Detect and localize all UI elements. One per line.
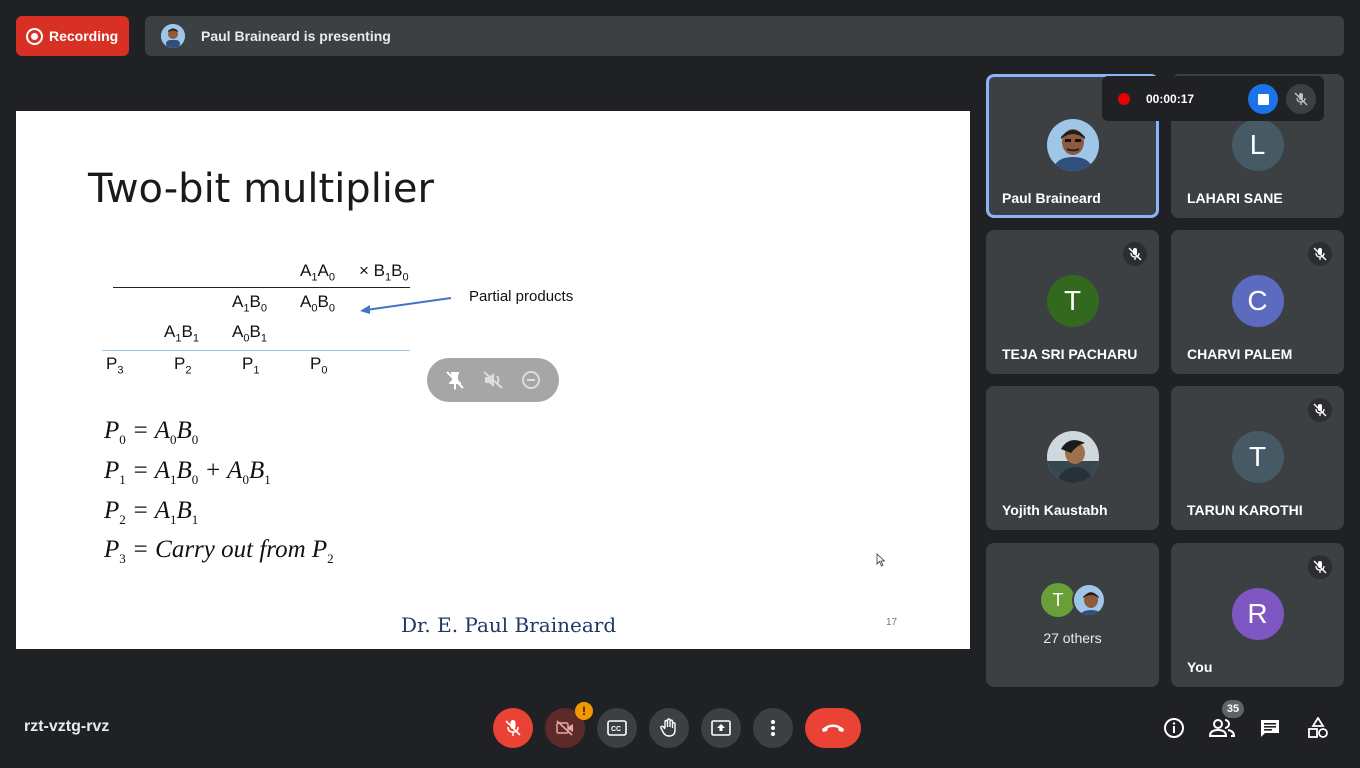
slide-title: Two-bit multiplier [88,166,434,212]
mic-off-icon [1308,398,1332,422]
participant-tile-yojith-kaustabh[interactable]: Yojith Kaustabh [986,386,1159,530]
avatar: L [1231,119,1284,171]
equation-p3: P3 = Carry out from P2 [104,536,334,566]
participant-name: LAHARI SANE [1187,190,1283,206]
present-now-button[interactable] [701,708,741,748]
stop-recording-button[interactable] [1248,84,1278,114]
bottom-rule [102,350,410,351]
presenter-avatar [161,24,185,48]
others-count-label: 27 others [1043,630,1102,646]
tile-hover-controls [427,358,559,402]
participant-name: Yojith Kaustabh [1002,502,1108,518]
chat-button[interactable] [1254,712,1286,744]
p3-label: P3 [106,354,124,377]
raise-hand-button[interactable] [649,708,689,748]
equation-p1: P1 = A1B0 + A0B1 [104,457,271,487]
participant-name: CHARVI PALEM [1187,346,1293,362]
camera-toggle-button[interactable]: ! [545,702,593,748]
captions-button[interactable]: CC [597,708,637,748]
participant-tile-charvi-palem[interactable]: C CHARVI PALEM [1171,230,1344,374]
slide-signature: Dr. E. Paul Braineard [401,613,617,637]
unpin-icon[interactable] [445,370,465,390]
more-options-button[interactable] [753,708,793,748]
meeting-code: rzt-vztg-rvz [24,718,110,735]
others-avatar-1: T [1041,583,1075,617]
presenting-text: Paul Braineard is presenting [201,28,391,44]
partial-a1b1: A1B1 [164,322,199,345]
slide-page-number: 17 [886,617,898,628]
multiplicand: A1A0 [300,261,335,284]
camera-off-icon [556,720,573,736]
mic-off-icon [1308,242,1332,266]
people-count-badge: 35 [1222,700,1244,718]
p0-label: P0 [310,354,328,377]
record-icon [26,27,43,45]
p1-label: P1 [242,354,260,377]
avatar: C [1231,275,1284,327]
recording-timer-widget: 00:00:17 [1102,76,1324,121]
remove-icon[interactable] [521,370,541,390]
mic-off-icon [1308,555,1332,579]
participant-name: Paul Braineard [1002,190,1101,206]
info-icon [1164,718,1184,738]
presentation-slide: Two-bit multiplier A1A0 × B1B0 A1B0 A0B0… [16,111,970,649]
presenting-banner: Paul Braineard is presenting [145,16,1344,56]
avatar: R [1231,588,1284,640]
mic-off-icon [1123,242,1147,266]
mic-off-button[interactable] [1286,84,1316,114]
leave-call-button[interactable] [805,708,861,748]
recording-dot-icon [1118,92,1130,105]
mic-off-icon [505,720,521,736]
mouse-cursor-icon [876,553,886,567]
equation-p0: P0 = A0B0 [104,417,199,447]
activities-icon [1308,717,1328,738]
avatar [1046,119,1099,171]
arrow-icon [360,297,452,314]
more-vert-icon [771,720,775,736]
top-rule [113,287,410,288]
hang-up-icon [822,724,844,732]
multiplier: × B1B0 [359,261,409,284]
microphone-toggle-button[interactable] [493,708,533,748]
svg-text:CC: CC [611,726,621,733]
hand-icon [660,718,676,737]
others-avatar-2 [1072,583,1106,617]
camera-warning-badge: ! [575,702,593,720]
participant-tile-tarun-karothi[interactable]: T TARUN KAROTHI [1171,386,1344,530]
people-icon [1209,719,1235,737]
participant-tile-you[interactable]: R You [1171,543,1344,687]
present-screen-icon [711,720,731,736]
avatar: T [1046,275,1099,327]
recording-time: 00:00:17 [1146,91,1195,106]
equation-p2: P2 = A1B1 [104,497,199,527]
partial-a0b1: A0B1 [232,322,267,345]
closed-captions-icon: CC [607,720,627,736]
recording-label: Recording [49,28,119,44]
participant-tile-others[interactable]: T 27 others [986,543,1159,687]
partial-products-label: Partial products [469,288,574,305]
partial-a0b0: A0B0 [300,292,335,315]
participant-name: You [1187,659,1213,675]
p2-label: P2 [174,354,192,377]
meeting-details-button[interactable] [1158,712,1190,744]
participant-name: TARUN KAROTHI [1187,502,1303,518]
participant-tile-teja-sri-pacharu[interactable]: T TEJA SRI PACHARU [986,230,1159,374]
avatar: T [1231,431,1284,483]
chat-icon [1261,720,1279,737]
mute-speaker-icon[interactable] [482,370,504,390]
recording-button[interactable]: Recording [16,16,129,56]
participant-name: TEJA SRI PACHARU [1002,346,1138,362]
partial-a1b0: A1B0 [232,292,267,315]
activities-button[interactable] [1302,712,1334,744]
avatar [1046,431,1099,483]
